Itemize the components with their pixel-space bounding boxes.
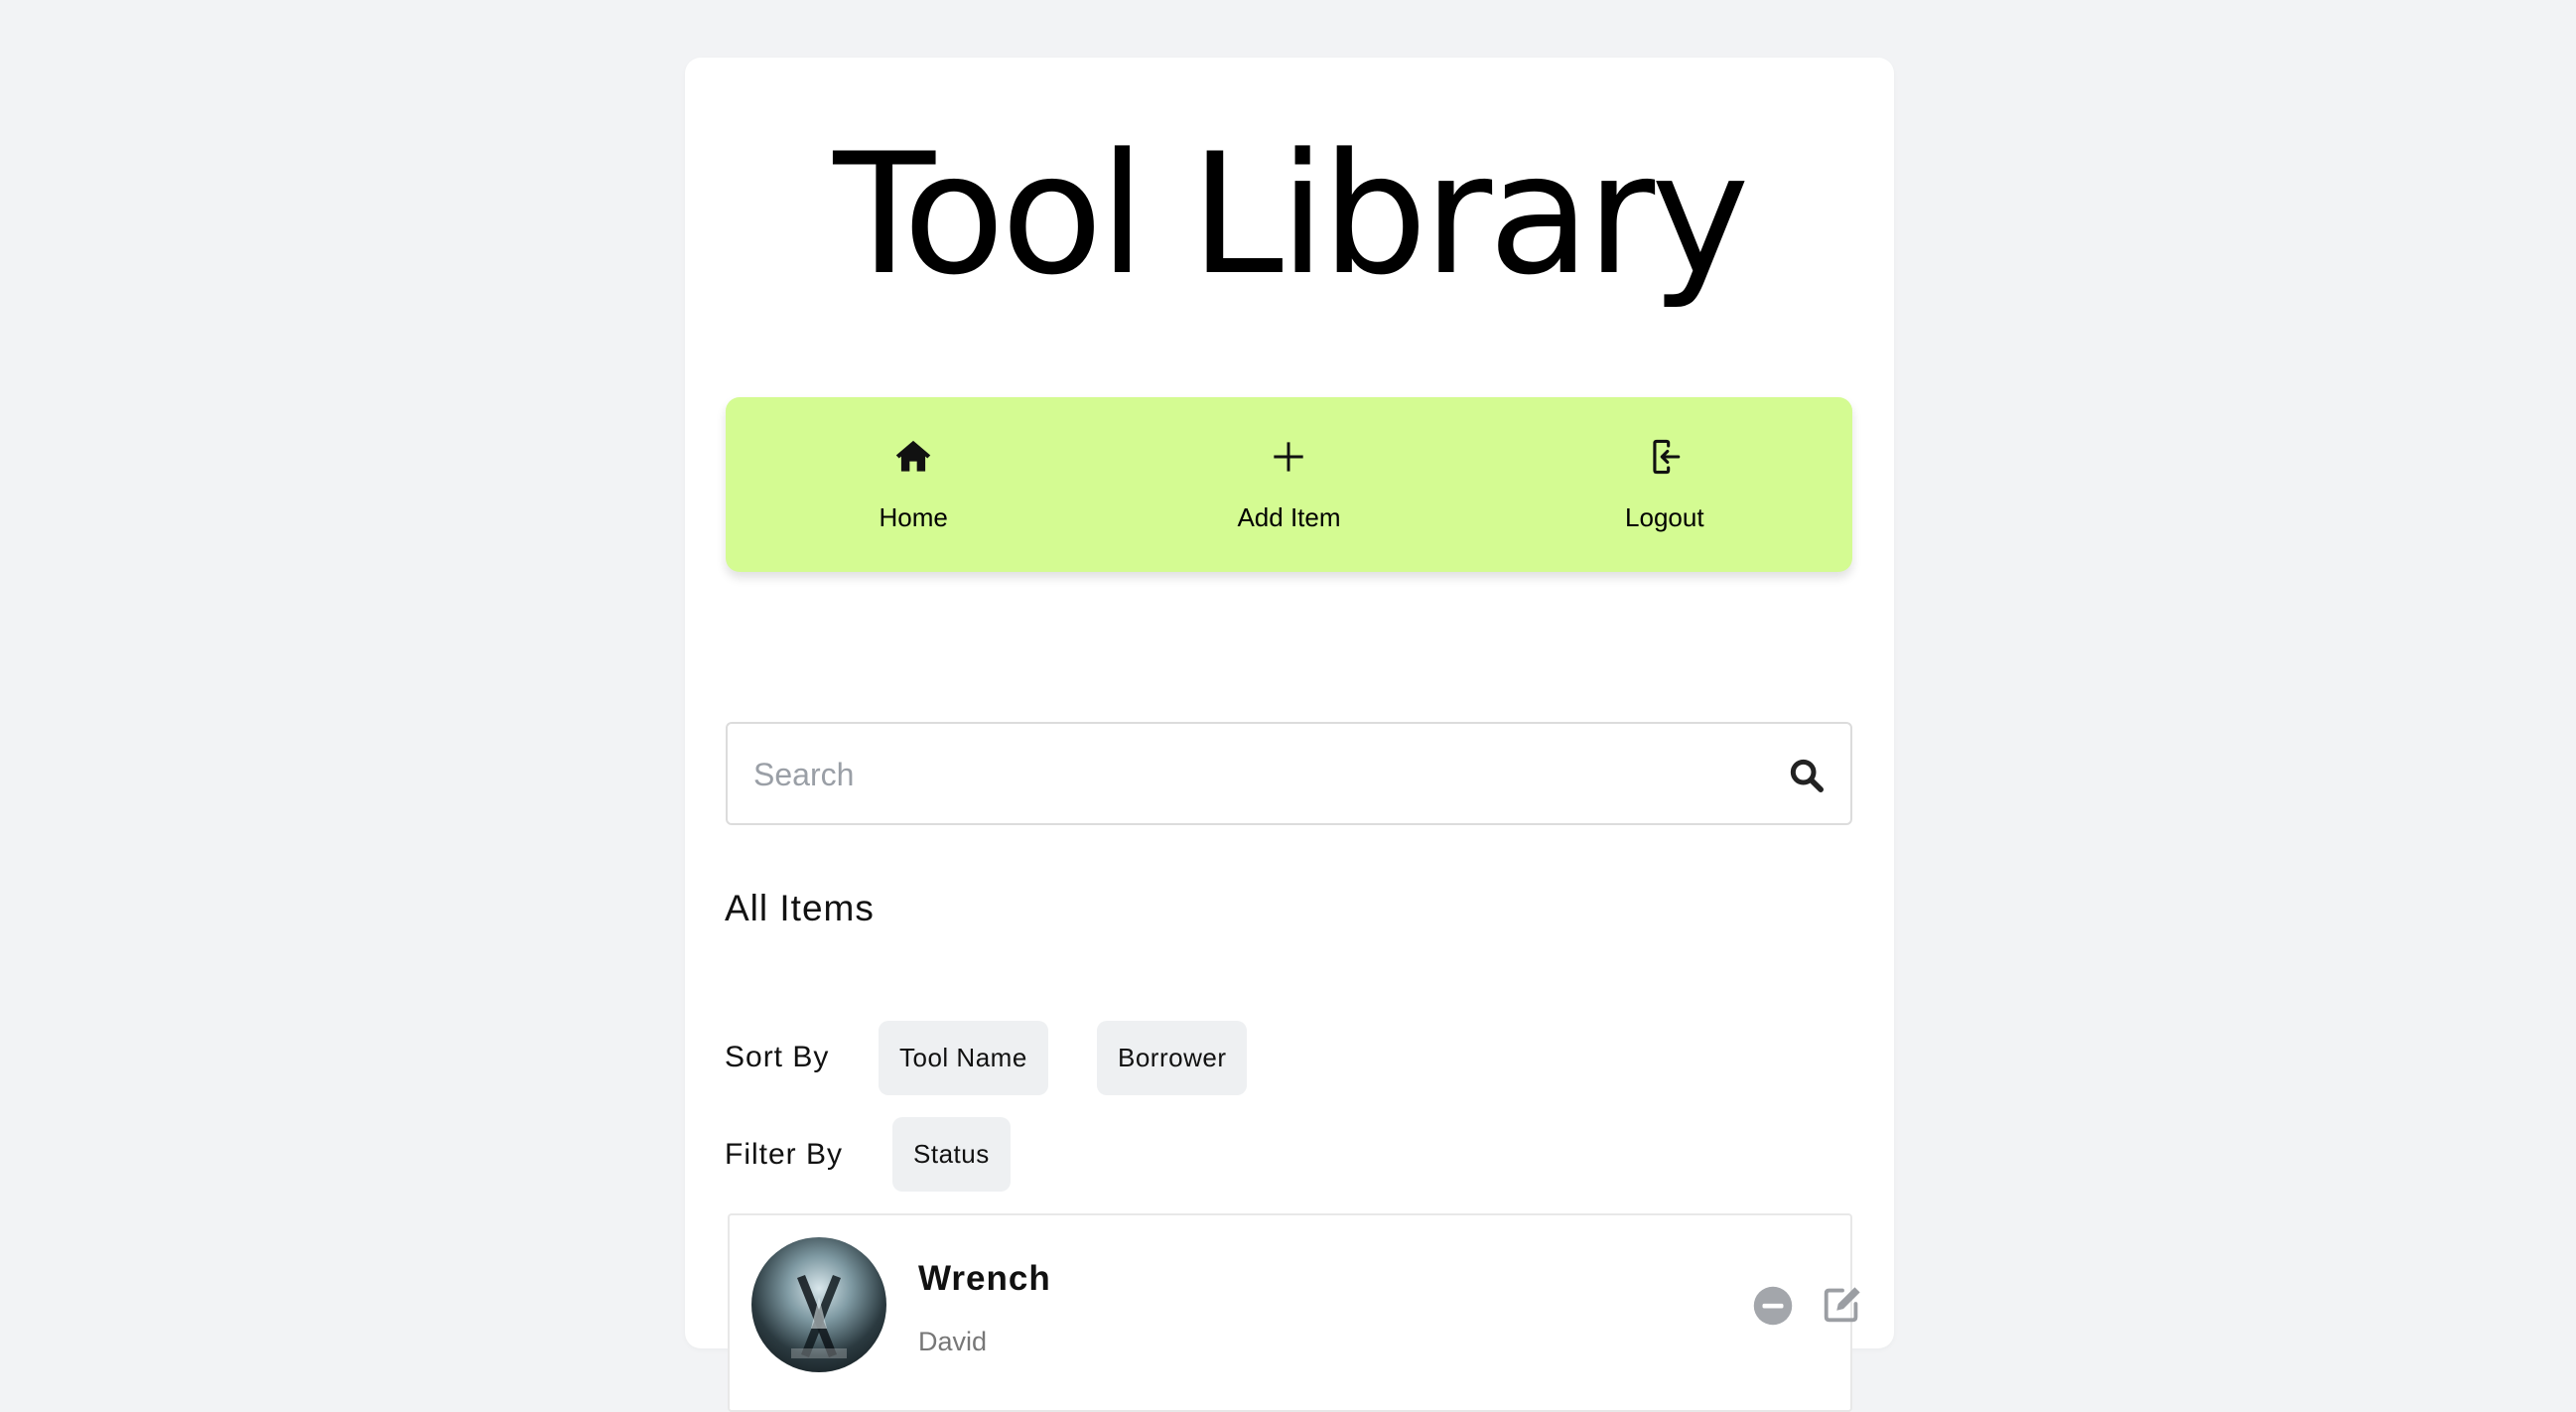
section-title: All Items bbox=[725, 888, 875, 928]
nav-item-logout[interactable]: Logout bbox=[1477, 397, 1852, 572]
nav-label-logout: Logout bbox=[1625, 502, 1704, 532]
sort-by-label: Sort By bbox=[725, 1041, 830, 1073]
filter-status-button[interactable]: Status bbox=[892, 1117, 1011, 1192]
list-item[interactable]: Wrench David bbox=[728, 1213, 1860, 1412]
search-icon[interactable] bbox=[1787, 756, 1827, 795]
nav-bar: Home Add Item Logout bbox=[726, 397, 1852, 572]
nav-item-add-item[interactable]: Add Item bbox=[1101, 397, 1476, 572]
filter-by-label: Filter By bbox=[725, 1138, 844, 1171]
wrench-image bbox=[791, 1275, 847, 1358]
nav-label-add-item: Add Item bbox=[1237, 502, 1341, 532]
home-icon bbox=[895, 440, 931, 472]
item-name: Wrench bbox=[918, 1259, 1051, 1298]
sort-tool-name-button[interactable]: Tool Name bbox=[879, 1021, 1048, 1095]
page-title: Tool Library bbox=[833, 117, 1749, 312]
remove-icon[interactable] bbox=[1752, 1285, 1794, 1327]
main-card: Tool Library Home Add Item Logout Search… bbox=[685, 58, 1894, 1412]
edit-icon[interactable] bbox=[1820, 1281, 1865, 1327]
item-borrower: David bbox=[918, 1327, 988, 1356]
nav-item-home[interactable]: Home bbox=[726, 397, 1101, 572]
sort-borrower-button[interactable]: Borrower bbox=[1097, 1021, 1248, 1095]
nav-label-home: Home bbox=[879, 502, 948, 532]
avatar bbox=[751, 1237, 886, 1372]
search-box bbox=[726, 722, 1852, 825]
logout-icon bbox=[1653, 439, 1681, 475]
search-input[interactable] bbox=[751, 724, 1748, 825]
plus-icon bbox=[1274, 442, 1304, 472]
